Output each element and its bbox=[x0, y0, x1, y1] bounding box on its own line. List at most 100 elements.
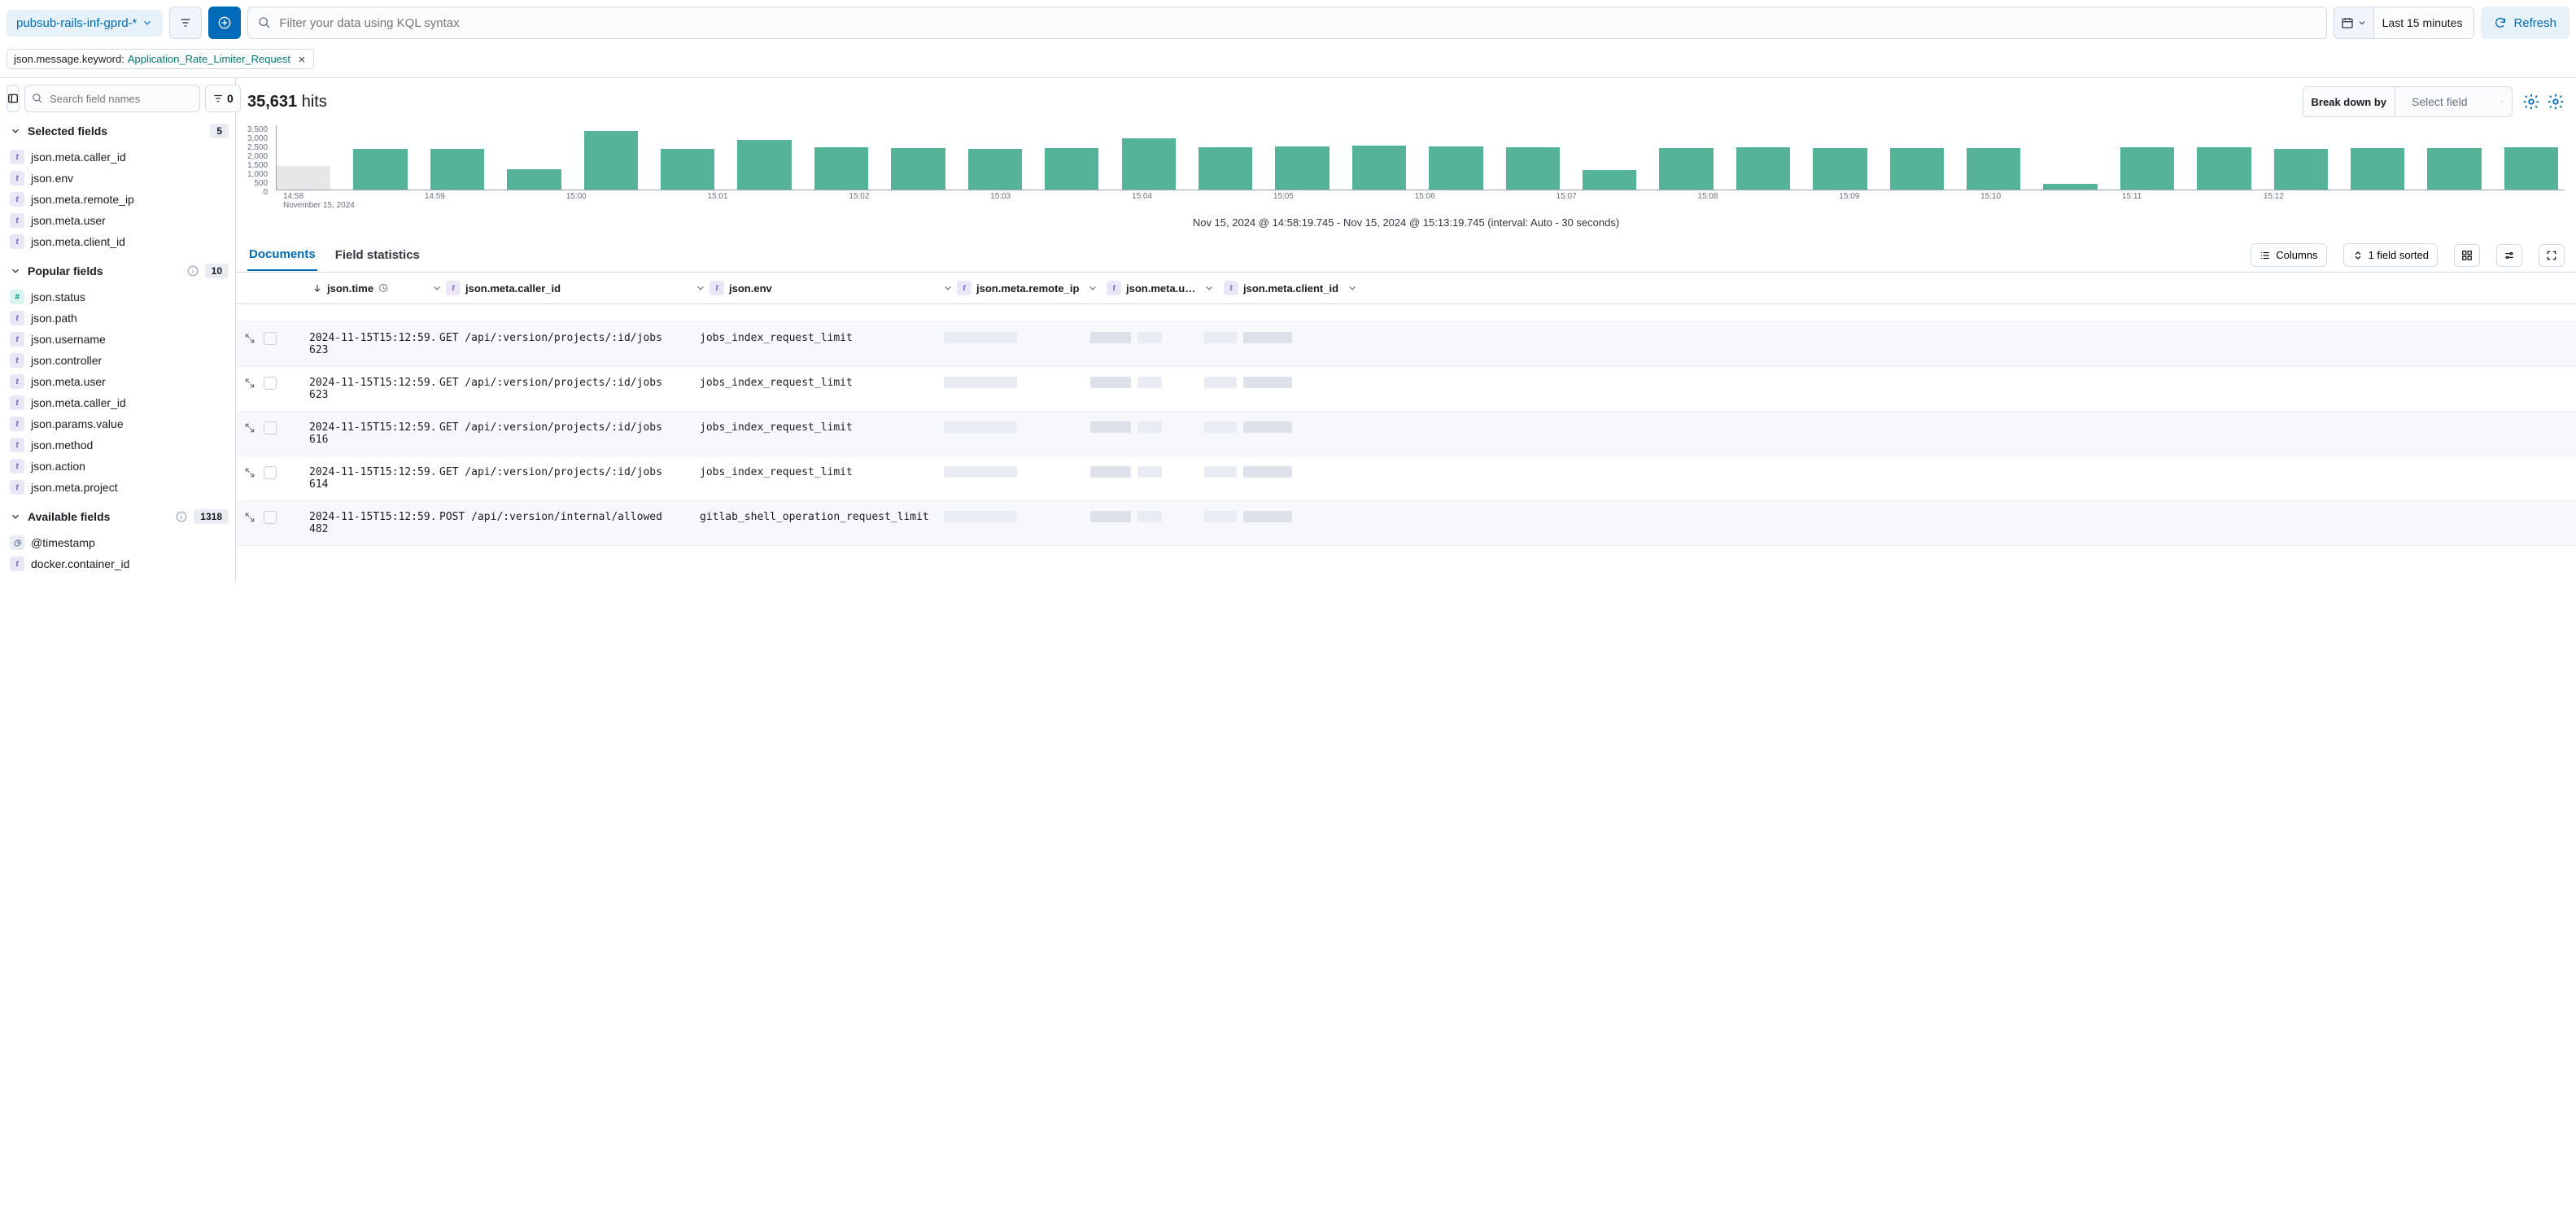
histogram-bar[interactable] bbox=[1813, 148, 1867, 190]
histogram-bar[interactable] bbox=[1583, 170, 1636, 190]
histogram-bar[interactable] bbox=[584, 131, 638, 190]
col-time[interactable]: json.time bbox=[312, 282, 443, 295]
filter-pill[interactable]: json.message.keyword: Application_Rate_L… bbox=[7, 49, 314, 69]
histogram-bar[interactable] bbox=[507, 169, 561, 190]
histogram-bar[interactable] bbox=[1045, 148, 1098, 190]
histogram-bar[interactable] bbox=[430, 149, 484, 190]
field-item[interactable]: tjson.meta.user bbox=[7, 371, 232, 392]
histogram-bar[interactable] bbox=[1429, 146, 1482, 190]
field-item[interactable]: tjson.meta.user bbox=[7, 210, 232, 231]
histogram-bar[interactable] bbox=[968, 149, 1022, 190]
row-checkbox[interactable] bbox=[264, 421, 277, 434]
histogram-bar[interactable] bbox=[2504, 147, 2558, 190]
refresh-button[interactable]: Refresh bbox=[2481, 7, 2569, 39]
chevron-down-icon[interactable] bbox=[1203, 282, 1215, 294]
field-item[interactable]: #json.status bbox=[7, 286, 232, 308]
field-item[interactable]: tjson.meta.caller_id bbox=[7, 392, 232, 413]
histogram-bar[interactable] bbox=[2197, 147, 2251, 190]
chevron-down-icon[interactable] bbox=[1087, 282, 1098, 294]
histogram-bar[interactable] bbox=[1198, 147, 1252, 190]
filter-panel-toggle[interactable] bbox=[169, 7, 202, 39]
expand-row-icon[interactable] bbox=[244, 378, 255, 389]
field-search[interactable] bbox=[24, 85, 200, 112]
field-item[interactable]: ◷@timestamp bbox=[7, 532, 232, 553]
remove-filter[interactable] bbox=[297, 55, 307, 64]
chevron-down-icon[interactable] bbox=[695, 282, 706, 294]
histogram-bar[interactable] bbox=[2274, 149, 2328, 190]
histogram-bar[interactable] bbox=[1122, 138, 1176, 190]
histogram-bar[interactable] bbox=[1736, 147, 1790, 190]
selected-fields-header[interactable]: Selected fields 5 bbox=[7, 116, 232, 143]
histogram-bar[interactable] bbox=[1506, 147, 1560, 190]
row-checkbox[interactable] bbox=[264, 466, 277, 479]
tab-documents[interactable]: Documents bbox=[247, 239, 317, 271]
dataview-selector[interactable]: pubsub-rails-inf-gprd-* bbox=[7, 10, 163, 37]
chevron-down-icon[interactable] bbox=[431, 282, 443, 294]
display-options[interactable] bbox=[2454, 244, 2480, 267]
field-item[interactable]: tjson.meta.caller_id bbox=[7, 146, 232, 168]
histogram-bar[interactable] bbox=[2351, 148, 2404, 190]
popular-fields-header[interactable]: Popular fields 10 bbox=[7, 255, 232, 283]
field-item[interactable]: tjson.env bbox=[7, 168, 232, 189]
breakdown-select[interactable]: Select field bbox=[2404, 89, 2492, 115]
chevron-down-icon[interactable] bbox=[942, 282, 954, 294]
field-item[interactable]: tjson.meta.remote_ip bbox=[7, 189, 232, 210]
histogram-bar[interactable] bbox=[1352, 146, 1406, 190]
histogram-bar[interactable] bbox=[2120, 147, 2174, 190]
breakdown-selector[interactable]: Break down by Select field bbox=[2303, 86, 2513, 117]
chevron-down-icon[interactable] bbox=[1347, 282, 1358, 294]
lens-edit-icon[interactable] bbox=[2522, 93, 2540, 111]
datagrid-settings[interactable] bbox=[2496, 244, 2522, 267]
field-item[interactable]: tjson.action bbox=[7, 456, 232, 477]
histogram-bar[interactable] bbox=[353, 149, 407, 190]
expand-row-icon[interactable] bbox=[244, 467, 255, 478]
expand-row-icon[interactable] bbox=[244, 512, 255, 523]
histogram-bar[interactable] bbox=[814, 147, 868, 190]
date-picker[interactable]: Last 15 minutes bbox=[2334, 7, 2475, 39]
col-caller[interactable]: tjson.meta.caller_id bbox=[446, 281, 706, 295]
field-item[interactable]: tjson.meta.client_id bbox=[7, 231, 232, 252]
fullscreen-button[interactable] bbox=[2539, 244, 2565, 267]
field-item[interactable]: tjson.meta.project bbox=[7, 477, 232, 498]
field-item[interactable]: tjson.username bbox=[7, 329, 232, 350]
row-checkbox[interactable] bbox=[264, 377, 277, 390]
histogram-bar[interactable] bbox=[1890, 148, 1944, 190]
kql-search[interactable] bbox=[247, 7, 2326, 39]
histogram-bar[interactable] bbox=[2427, 148, 2481, 190]
field-item[interactable]: tjson.params.value bbox=[7, 413, 232, 434]
tab-field-statistics[interactable]: Field statistics bbox=[334, 240, 421, 270]
col-user[interactable]: tjson.meta.u… bbox=[1107, 281, 1220, 295]
table-row[interactable]: 2024-11-15T15:12:59.623 GET /api/:versio… bbox=[236, 322, 2576, 367]
field-search-input[interactable] bbox=[50, 93, 193, 105]
expand-row-icon[interactable] bbox=[244, 333, 255, 344]
field-item[interactable]: tdocker.container_id bbox=[7, 553, 232, 574]
histogram[interactable]: 3,5003,0002,5002,0001,5001,0005000 14:58… bbox=[236, 125, 2576, 238]
histogram-bar[interactable] bbox=[1659, 148, 1713, 190]
kql-input[interactable] bbox=[279, 16, 2316, 30]
histogram-bar[interactable] bbox=[2043, 184, 2097, 190]
sort-button[interactable]: 1 field sorted bbox=[2343, 243, 2438, 267]
table-row[interactable]: 2024-11-15T15:12:59.482 POST /api/:versi… bbox=[236, 501, 2576, 546]
columns-button[interactable]: Columns bbox=[2251, 243, 2326, 267]
table-row[interactable]: 2024-11-15T15:12:59.614 GET /api/:versio… bbox=[236, 456, 2576, 501]
histogram-bar[interactable] bbox=[1967, 148, 2020, 190]
histogram-bar[interactable] bbox=[737, 140, 791, 190]
toggle-sidebar[interactable] bbox=[7, 85, 20, 112]
col-remote[interactable]: tjson.meta.remote_ip bbox=[957, 281, 1103, 295]
histogram-bar[interactable] bbox=[661, 149, 714, 190]
chart-settings-icon[interactable] bbox=[2547, 93, 2565, 111]
table-row[interactable]: 2024-11-15T15:12:59.616 GET /api/:versio… bbox=[236, 412, 2576, 456]
field-item[interactable]: tjson.method bbox=[7, 434, 232, 456]
available-fields-header[interactable]: Available fields 1318 bbox=[7, 501, 232, 529]
expand-row-icon[interactable] bbox=[244, 422, 255, 434]
col-client[interactable]: tjson.meta.client_id bbox=[1224, 281, 1362, 295]
histogram-bar[interactable] bbox=[1275, 146, 1329, 190]
table-row[interactable]: 2024-11-15T15:12:59.623 GET /api/:versio… bbox=[236, 367, 2576, 412]
row-checkbox[interactable] bbox=[264, 511, 277, 524]
field-item[interactable]: tjson.path bbox=[7, 308, 232, 329]
histogram-bar[interactable] bbox=[277, 166, 330, 190]
histogram-bar[interactable] bbox=[891, 148, 945, 190]
row-checkbox[interactable] bbox=[264, 332, 277, 345]
add-filter-button[interactable] bbox=[208, 7, 241, 39]
col-env[interactable]: tjson.env bbox=[709, 281, 954, 295]
